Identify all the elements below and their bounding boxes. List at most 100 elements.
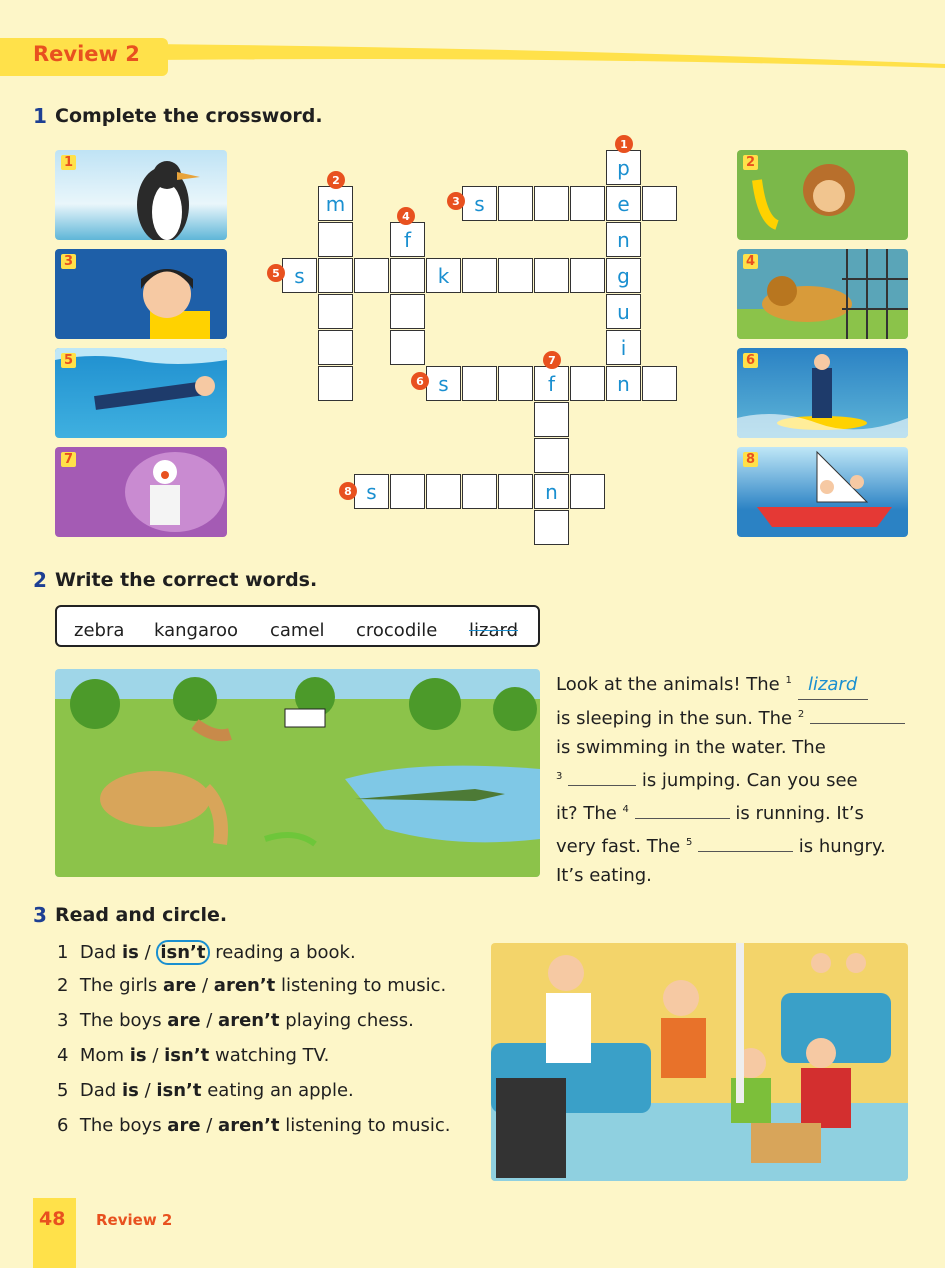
choice-a[interactable]: are	[163, 975, 196, 996]
sentence-text: listening to music.	[275, 975, 447, 996]
animal-scene-illustration	[55, 677, 540, 877]
separator: /	[138, 942, 157, 963]
blank-number: 1	[785, 675, 792, 686]
sentence-number: 5	[57, 1080, 69, 1101]
choice-b[interactable]: aren’t	[218, 1010, 280, 1031]
section-1-number: 1	[33, 104, 47, 128]
crossword-cell[interactable]	[318, 294, 353, 329]
crossword-cell[interactable]	[498, 474, 533, 509]
answer-blank-4[interactable]	[634, 800, 730, 819]
choice-b[interactable]: isn’t	[164, 1045, 209, 1066]
crossword-cell[interactable]	[534, 438, 569, 473]
picture-sailing: 8	[737, 447, 908, 537]
crossword-cell[interactable]	[390, 474, 425, 509]
crossword-cell[interactable]	[498, 186, 533, 221]
crossword-cell[interactable]	[570, 258, 605, 293]
sentence-text: Dad	[79, 1080, 122, 1101]
crossword-cell[interactable]	[462, 258, 497, 293]
choice-b[interactable]: isn’t	[156, 1080, 201, 1101]
crossword-cell[interactable]: k	[426, 258, 461, 293]
picture-lion: 4	[737, 249, 908, 339]
choice-b[interactable]: aren’t	[218, 1115, 280, 1136]
crossword-cell[interactable]: n	[606, 222, 641, 257]
answer-1[interactable]: lizard	[797, 670, 868, 700]
crossword-cell[interactable]: p	[606, 150, 641, 185]
answer-blank-5[interactable]	[698, 833, 794, 852]
picture-monkey: 2	[737, 150, 908, 240]
crossword-cell[interactable]	[318, 222, 353, 257]
answer-blank-3[interactable]	[568, 767, 637, 786]
sentence-text: listening to music.	[279, 1115, 451, 1136]
crossword-cell[interactable]: f	[390, 222, 425, 257]
sentence-4: 4 Mom is / isn’t watching TV.	[57, 1045, 329, 1066]
crossword-cell[interactable]	[498, 366, 533, 401]
word-bank: zebra kangaroo camel crocodile lizard	[55, 605, 540, 647]
story-line: is jumping. Can you see	[636, 770, 858, 791]
surfer-illustration	[737, 354, 908, 438]
choice-a[interactable]: is	[122, 1080, 139, 1101]
crossword-cell[interactable]: s	[462, 186, 497, 221]
crossword-cell[interactable]	[426, 474, 461, 509]
crossword-cell[interactable]	[390, 330, 425, 365]
picture-clown: 7	[55, 447, 227, 537]
clue-number-6: 6	[411, 372, 429, 390]
diver-illustration	[55, 348, 227, 410]
crossword-cell[interactable]	[498, 258, 533, 293]
crossword-cell[interactable]	[462, 474, 497, 509]
crossword-cell[interactable]: s	[282, 258, 317, 293]
sentence-text: The boys	[79, 1115, 168, 1136]
crossword-cell[interactable]	[534, 186, 569, 221]
sentence-text: Mom	[79, 1045, 130, 1066]
choice-a[interactable]: are	[167, 1010, 200, 1031]
sentence-1: 1 Dad is / isn’t reading a book.	[57, 940, 356, 965]
banner-stripe	[150, 44, 945, 68]
crossword-cell[interactable]: g	[606, 258, 641, 293]
blank-number: 3	[556, 771, 563, 782]
crossword-cell[interactable]	[390, 258, 425, 293]
sentence-text: eating an apple.	[201, 1080, 354, 1101]
monkey-illustration	[752, 164, 855, 230]
crossword-cell[interactable]	[534, 258, 569, 293]
picture-penguin: 1	[55, 150, 227, 240]
sentence-3: 3 The boys are / aren’t playing chess.	[57, 1010, 414, 1031]
crossword-cell[interactable]: n	[606, 366, 641, 401]
choice-b-circled[interactable]: isn’t	[156, 940, 210, 965]
crossword-cell[interactable]	[642, 186, 677, 221]
separator: /	[138, 1080, 157, 1101]
crossword-cell[interactable]	[318, 330, 353, 365]
choice-a[interactable]: is	[130, 1045, 147, 1066]
clue-number-2: 2	[327, 171, 345, 189]
answer-blank-2[interactable]	[809, 705, 905, 724]
crossword-cell[interactable]: i	[606, 330, 641, 365]
crossword-cell[interactable]: s	[426, 366, 461, 401]
crossword-cell[interactable]: n	[534, 474, 569, 509]
crossword-cell[interactable]: m	[318, 186, 353, 221]
crossword-cell[interactable]	[642, 366, 677, 401]
crossword-cell[interactable]	[570, 366, 605, 401]
crossword-cell[interactable]: u	[606, 294, 641, 329]
crossword-cell[interactable]	[462, 366, 497, 401]
story-line: very fast. The	[556, 836, 686, 857]
crossword-cell[interactable]	[570, 474, 605, 509]
choice-b[interactable]: aren’t	[214, 975, 276, 996]
crossword-cell[interactable]	[534, 402, 569, 437]
crossword-cell[interactable]: e	[606, 186, 641, 221]
crossword-cell[interactable]	[354, 258, 389, 293]
crossword-cell[interactable]	[534, 510, 569, 545]
crossword-cell[interactable]	[390, 294, 425, 329]
crossword-cell[interactable]: s	[354, 474, 389, 509]
crossword-cell[interactable]: f	[534, 366, 569, 401]
story-line: is running. It’s	[729, 803, 864, 824]
sentence-text: The girls	[79, 975, 164, 996]
clue-number-1: 1	[615, 135, 633, 153]
choice-a[interactable]: are	[167, 1115, 200, 1136]
picture-number: 8	[743, 452, 759, 467]
story-line: It’s eating.	[556, 865, 652, 886]
crossword-cell[interactable]	[318, 366, 353, 401]
clue-number-5: 5	[267, 264, 285, 282]
word-bank-item: crocodile	[356, 620, 438, 641]
sentence-2: 2 The girls are / aren’t listening to mu…	[57, 975, 446, 996]
crossword-cell[interactable]	[570, 186, 605, 221]
crossword-cell[interactable]	[318, 258, 353, 293]
choice-a[interactable]: is	[122, 942, 139, 963]
